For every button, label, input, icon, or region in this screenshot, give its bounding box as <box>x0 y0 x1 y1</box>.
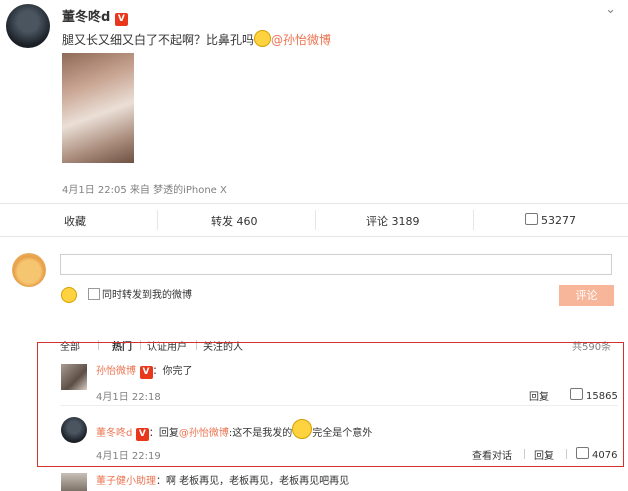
comment-avatar[interactable] <box>61 473 87 491</box>
current-user-avatar[interactable] <box>12 253 46 287</box>
comment-text: ：啊 老板再见，老板再见，老板再见吧再见 <box>156 476 350 487</box>
comment-author[interactable]: 董子健小助理 <box>96 476 156 487</box>
thumbs-up-icon <box>576 447 589 459</box>
comment-text-suffix: 完全是个意外 <box>312 428 373 439</box>
comment-mention-link[interactable]: @孙怡微博 <box>179 428 229 439</box>
divider <box>157 210 158 230</box>
divider <box>566 449 567 459</box>
comment-text-middle: :这不是我发的 <box>228 428 293 439</box>
post-author[interactable]: 董冬咚d V <box>62 6 128 26</box>
repost-checkbox-label: 同时转发到我的微博 <box>102 290 192 301</box>
thumbs-up-icon <box>570 388 583 400</box>
divider <box>60 405 618 406</box>
author-avatar[interactable] <box>6 4 50 48</box>
author-name[interactable]: 董冬咚d <box>62 10 110 25</box>
view-conversation-button[interactable]: 查看对话 <box>472 447 512 462</box>
chevron-down-icon[interactable]: ⌄ <box>605 2 616 17</box>
verified-badge: V <box>114 13 128 26</box>
smiley-emoji-icon <box>254 30 272 47</box>
comment-text: ：你完了 <box>152 366 193 377</box>
divider <box>524 449 525 459</box>
divider <box>0 236 628 237</box>
comment-input[interactable] <box>60 254 612 275</box>
comment-text-prefix: ：回复 <box>148 428 179 439</box>
comment-time: 4月1日 22:19 <box>96 451 161 462</box>
like-count: 53277 <box>541 214 576 227</box>
verified-badge: V <box>135 428 149 441</box>
like-button[interactable]: 53277 <box>525 213 576 227</box>
comment-like-button[interactable]: 15865 <box>570 388 618 402</box>
divider <box>315 210 316 230</box>
divider <box>473 210 474 230</box>
repost-checkbox[interactable] <box>88 288 100 300</box>
smiley-emoji-icon <box>292 419 313 439</box>
divider <box>0 203 628 204</box>
post-text: 腿又长又细又白了不起啊？比鼻孔吗 @孙怡微博 <box>62 30 331 48</box>
post-photo[interactable] <box>62 53 134 163</box>
comment-2: 董冬咚d V ：回复@孙怡微博:这不是我发的 完全是个意外 <box>96 419 372 441</box>
post-text-body: 腿又长又细又白了不起啊？比鼻孔吗 <box>62 33 255 47</box>
repost-button[interactable]: 转发 460 <box>211 213 258 229</box>
verified-badge: V <box>139 366 153 379</box>
post-mention-link[interactable]: @孙怡微博 <box>271 33 331 47</box>
comment-like-count: 4076 <box>592 450 618 461</box>
comment-author[interactable]: 孙怡微博 <box>96 366 136 377</box>
comment-avatar[interactable] <box>61 417 87 443</box>
comment-button[interactable]: 评论 3189 <box>366 213 420 229</box>
post-meta: 4月1日 22:05 来自 梦透的iPhone X <box>62 185 227 196</box>
comment-time: 4月1日 22:18 <box>96 392 161 403</box>
thumbs-up-icon <box>525 213 538 225</box>
submit-comment-button[interactable]: 评论 <box>559 285 614 306</box>
reply-button[interactable]: 回复 <box>529 388 549 403</box>
reply-button[interactable]: 回复 <box>534 447 554 462</box>
comment-1: 孙怡微博 V ：你完了 <box>96 362 193 379</box>
comment-like-button[interactable]: 4076 <box>576 447 617 461</box>
comment-like-count: 15865 <box>586 391 618 402</box>
collect-button[interactable]: 收藏 <box>64 213 86 229</box>
emoji-picker-icon[interactable] <box>61 287 77 303</box>
comment-3: 董子健小助理：啊 老板再见，老板再见，老板再见吧再见 <box>96 472 349 487</box>
comment-author[interactable]: 董冬咚d <box>96 428 132 439</box>
comment-avatar[interactable] <box>61 364 87 390</box>
